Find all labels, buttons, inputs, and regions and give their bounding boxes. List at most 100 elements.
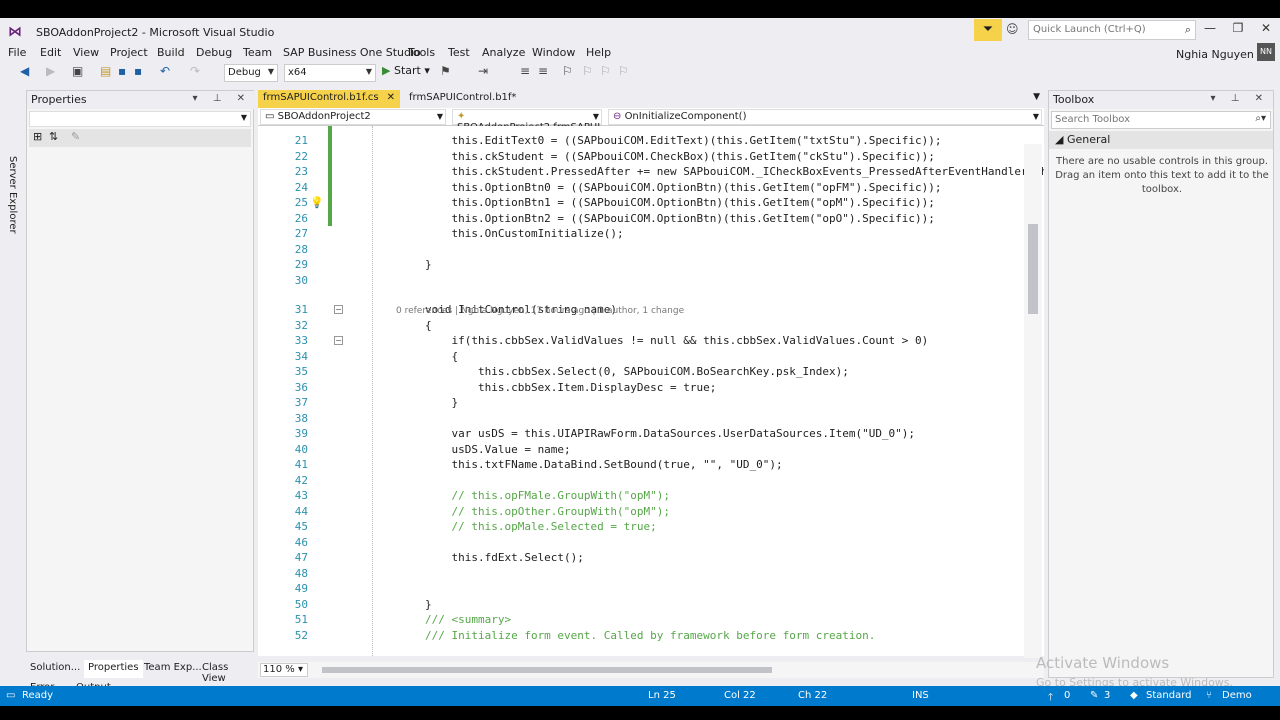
unpushed-count[interactable]: 0 — [1064, 690, 1070, 701]
code-line[interactable]: this.cbbSex.Select(0, SAPbouiCOM.BoSearc… — [372, 365, 849, 378]
code-line[interactable]: this.EditText0 = ((SAPbouiCOM.EditText)(… — [372, 134, 941, 147]
fold-toggle-icon[interactable]: − — [334, 336, 343, 345]
vertical-scrollbar[interactable] — [1024, 144, 1042, 658]
outdent-icon[interactable]: ≡ — [538, 64, 548, 78]
menu-debug[interactable]: Debug — [196, 46, 232, 59]
new-project-icon[interactable]: ▣ — [72, 64, 83, 78]
tab-overflow-icon[interactable]: ▼ — [1033, 92, 1040, 102]
code-line[interactable]: { — [372, 350, 458, 363]
code-line[interactable]: /// Initialize form event. Called by fra… — [372, 629, 875, 642]
step-icon[interactable]: ⇥ — [478, 64, 488, 78]
code-line[interactable]: { — [372, 319, 432, 332]
code-line[interactable]: } — [372, 598, 432, 611]
tab-solution-explorer[interactable]: Solution... — [26, 660, 84, 678]
close-icon[interactable]: ✕ — [1252, 21, 1280, 39]
feedback-icon[interactable]: ☺ — [1006, 22, 1019, 36]
code-line[interactable]: this.fdExt.Select(); — [372, 551, 583, 564]
code-line[interactable]: this.ckStudent.PressedAfter += new SAPbo… — [372, 165, 1044, 178]
menu-tools[interactable]: Tools — [408, 46, 435, 59]
chevron-down-icon: ▼ — [436, 112, 443, 121]
undo-icon[interactable]: ↶ — [160, 64, 170, 78]
toolbox-search-input[interactable]: Search Toolbox ⌕▾ — [1051, 111, 1271, 129]
member-dropdown[interactable]: ⊖ OnInitializeComponent() ▼ — [608, 109, 1042, 125]
code-line[interactable]: this.OptionBtn2 = ((SAPbouiCOM.OptionBtn… — [372, 212, 934, 225]
tab-team-explorer[interactable]: Team Exp... — [140, 660, 206, 678]
horizontal-scroll-thumb[interactable] — [322, 667, 772, 673]
menu-sap-business-one-studio[interactable]: SAP Business One Studio — [283, 46, 421, 59]
indent-icon[interactable]: ≡ — [520, 64, 530, 78]
user-avatar[interactable]: NN — [1257, 43, 1275, 61]
minimize-icon[interactable]: — — [1196, 21, 1224, 39]
forward-icon[interactable]: ▶ — [46, 64, 55, 78]
class-dropdown[interactable]: ✦ SBOAddonProject2.frmSAPUI ▼ — [452, 109, 602, 133]
menu-help[interactable]: Help — [586, 46, 611, 59]
attach-icon[interactable]: ⚑ — [440, 64, 451, 78]
close-tab-icon[interactable]: ✕ — [387, 92, 395, 103]
code-line[interactable]: this.cbbSex.Item.DisplayDesc = true; — [372, 381, 716, 394]
save-icon[interactable]: ▪ — [118, 64, 126, 78]
code-line[interactable]: var usDS = this.UIAPIRawForm.DataSources… — [372, 427, 915, 440]
menu-test[interactable]: Test — [448, 46, 470, 59]
fold-toggle-icon[interactable]: − — [334, 305, 343, 314]
tab-class-view[interactable]: Class View — [198, 660, 254, 684]
tab-frmsapuicontrol-b1f[interactable]: frmSAPUIControl.b1f* — [404, 90, 556, 108]
toolbox-empty-message: There are no usable controls in this gro… — [1055, 156, 1269, 195]
scroll-thumb[interactable] — [1028, 224, 1038, 314]
server-explorer-tab[interactable]: Server Explorer — [7, 156, 18, 234]
menu-build[interactable]: Build — [157, 46, 185, 59]
panel-window-buttons[interactable]: ▾ ⊥ ✕ — [193, 93, 251, 104]
repository-name[interactable]: Standard — [1146, 690, 1192, 701]
code-line[interactable]: this.OptionBtn1 = ((SAPbouiCOM.OptionBtn… — [372, 196, 934, 209]
tab-frmsapuicontrol-cs[interactable]: frmSAPUIControl.b1f.cs ✕ — [258, 90, 400, 108]
menu-file[interactable]: File — [8, 46, 26, 59]
code-line[interactable]: usDS.Value = name; — [372, 443, 570, 456]
quick-launch-input[interactable]: Quick Launch (Ctrl+Q) ⌕ — [1028, 20, 1196, 40]
save-all-icon[interactable]: ▪ — [134, 64, 142, 78]
bookmark-next-icon[interactable]: ⚐ — [600, 64, 611, 78]
code-line[interactable]: this.OptionBtn0 = ((SAPbouiCOM.OptionBtn… — [372, 181, 941, 194]
bookmark-prev-icon[interactable]: ⚐ — [582, 64, 593, 78]
menu-team[interactable]: Team — [243, 46, 272, 59]
bookmark-clear-icon[interactable]: ⚐ — [618, 64, 629, 78]
project-dropdown[interactable]: ▭ SBOAddonProject2 ▼ — [260, 109, 446, 125]
code-line[interactable]: if(this.cbbSex.ValidValues != null && th… — [372, 334, 928, 347]
menu-view[interactable]: View — [73, 46, 99, 59]
code-lens[interactable]: 0 references | Nghia Nguyen, 17 hours ag… — [396, 306, 684, 316]
back-icon[interactable]: ◀ — [20, 64, 29, 78]
code-line[interactable]: this.txtFName.DataBind.SetBound(true, ""… — [372, 458, 782, 471]
branch-name[interactable]: Demo — [1222, 690, 1252, 701]
code-line[interactable]: /// <summary> — [372, 613, 511, 626]
toolbox-group-general[interactable]: ◢ General — [1049, 131, 1273, 149]
properties-object-dropdown[interactable]: ▼ — [29, 111, 251, 127]
menu-analyze[interactable]: Analyze — [482, 46, 525, 59]
redo-icon[interactable]: ↷ — [190, 64, 200, 78]
code-line[interactable]: } — [372, 396, 458, 409]
code-line[interactable]: // this.opMale.Selected = true; — [372, 520, 656, 533]
lightbulb-icon[interactable]: 💡 — [310, 196, 324, 209]
pending-changes-count[interactable]: 3 — [1104, 690, 1110, 701]
panel-window-buttons[interactable]: ▾ ⊥ ✕ — [1211, 93, 1269, 104]
solution-platform-dropdown[interactable]: x64 ▼ — [284, 64, 376, 82]
solution-configuration-dropdown[interactable]: Debug ▼ — [224, 64, 278, 82]
bookmark-icon[interactable]: ⚐ — [562, 64, 573, 78]
user-name[interactable]: Nghia Nguyen — [1176, 48, 1254, 61]
menu-window[interactable]: Window — [532, 46, 575, 59]
notification-filter-icon[interactable]: ⏷ — [974, 19, 1002, 41]
code-line[interactable]: } — [372, 258, 432, 271]
tab-properties[interactable]: Properties — [84, 660, 143, 678]
code-line[interactable]: this.ckStudent = ((SAPbouiCOM.CheckBox)(… — [372, 150, 934, 163]
code-line[interactable]: // this.opOther.GroupWith("opM"); — [372, 505, 670, 518]
code-line[interactable]: this.OnCustomInitialize(); — [372, 227, 623, 240]
restore-icon[interactable]: ❐ — [1224, 21, 1252, 39]
server-explorer-strip[interactable]: Server Explorer — [0, 86, 20, 684]
zoom-dropdown[interactable]: 110 % ▾ — [260, 663, 308, 677]
start-debugging-button[interactable]: ▶ Start ▾ — [382, 64, 430, 77]
open-file-icon[interactable]: ▤ — [100, 64, 111, 78]
menu-edit[interactable]: Edit — [40, 46, 61, 59]
categorized-icon[interactable]: ⊞ — [33, 130, 42, 143]
property-pages-icon[interactable]: ✎ — [71, 130, 80, 143]
code-editor[interactable]: 21 this.EditText0 = ((SAPbouiCOM.EditTex… — [258, 126, 1044, 656]
menu-project[interactable]: Project — [110, 46, 148, 59]
code-line[interactable]: // this.opFMale.GroupWith("opM"); — [372, 489, 670, 502]
alphabetical-icon[interactable]: ⇅ — [49, 130, 58, 143]
